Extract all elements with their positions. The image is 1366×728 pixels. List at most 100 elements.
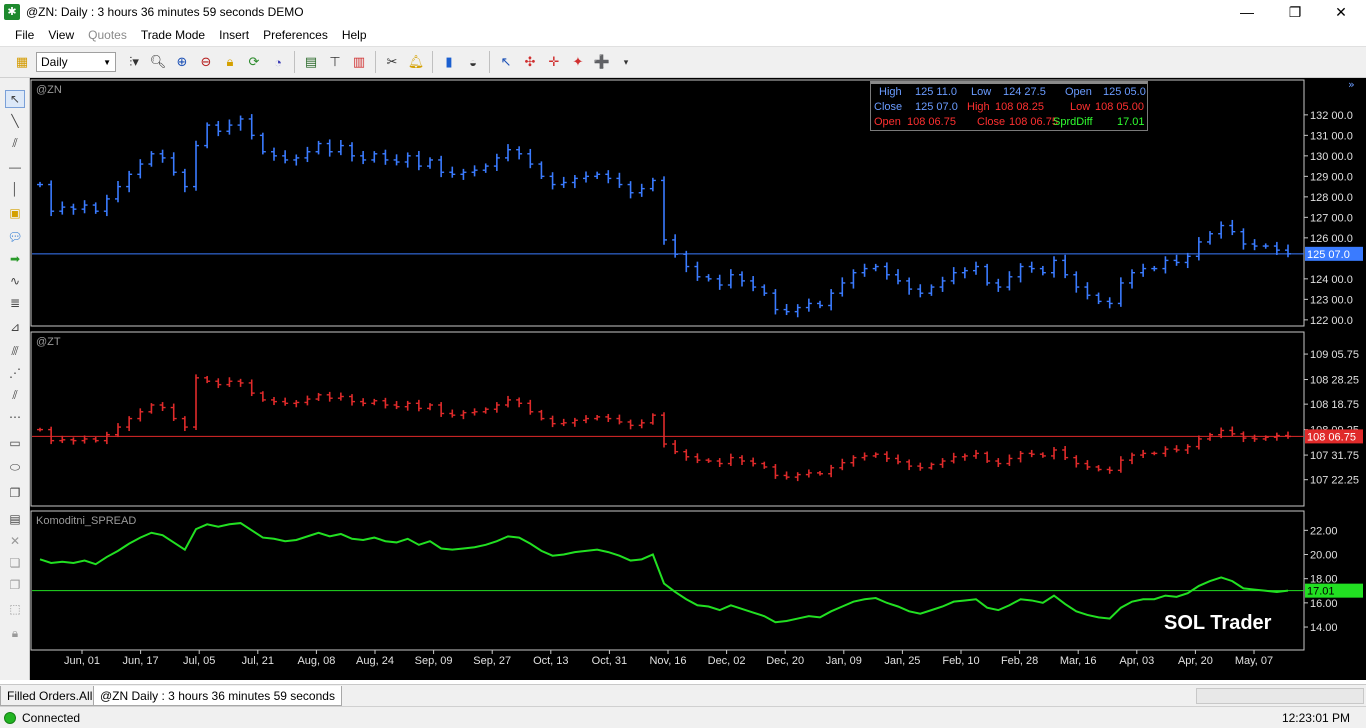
- ohlc-bar: [917, 462, 924, 471]
- ohlc-bar: [204, 122, 211, 149]
- ellipse-icon[interactable]: ⬭: [5, 458, 25, 476]
- tree-icon[interactable]: ⊤: [325, 52, 345, 72]
- menu-trade-mode[interactable]: Trade Mode: [134, 24, 212, 46]
- interval-select[interactable]: Daily ▼: [36, 52, 116, 72]
- y-tick-label: 126 00.0: [1310, 233, 1353, 245]
- lock-icon[interactable]: 🔒︎: [220, 52, 240, 72]
- ray-icon[interactable]: ⊿: [5, 318, 25, 336]
- ohlc-bar: [193, 140, 199, 191]
- menu-insert[interactable]: Insert: [212, 24, 256, 46]
- ohlc-bar: [148, 403, 155, 414]
- ohlc-bar: [616, 414, 623, 425]
- cross-red-icon[interactable]: ✦: [568, 52, 588, 72]
- scissors-icon[interactable]: ✂: [382, 52, 402, 72]
- note-icon[interactable]: ▣: [5, 204, 25, 222]
- fib-icon[interactable]: ≣: [5, 294, 25, 312]
- menu-quotes[interactable]: Quotes: [81, 24, 134, 46]
- minimize-button[interactable]: —: [1224, 0, 1270, 24]
- ohlc-bar: [984, 263, 991, 286]
- ohlc-bar: [928, 284, 935, 296]
- fit-icon[interactable]: ◔: [268, 52, 288, 72]
- ohlc-bar: [271, 147, 277, 161]
- ohlc-bar: [683, 449, 690, 461]
- crosshair-icon[interactable]: ✣: [520, 52, 540, 72]
- data-window: High 125 11.0 Low 124 27.5 Open 125 05.0…: [870, 81, 1148, 131]
- ohlc-bar: [616, 172, 623, 188]
- ohlc-bar: [895, 269, 901, 285]
- close-button[interactable]: ✕: [1318, 0, 1364, 24]
- ohlc-bar: [950, 267, 957, 285]
- pane-border: [30, 510, 1305, 651]
- trendline-icon[interactable]: ╲: [5, 112, 25, 130]
- bar-style-icon[interactable]: ⫶▾: [124, 52, 144, 72]
- menu-preferences[interactable]: Preferences: [256, 24, 335, 46]
- dotline-icon[interactable]: ⋯: [5, 408, 25, 426]
- menu-file[interactable]: File: [8, 24, 41, 46]
- ohlc-bar: [1039, 452, 1046, 458]
- ohlc-bar: [482, 407, 489, 414]
- gann-icon[interactable]: ⫽: [5, 386, 25, 404]
- layers-icon[interactable]: ❏: [5, 554, 25, 572]
- refresh-icon[interactable]: ⟳: [244, 52, 264, 72]
- arrow-icon[interactable]: ➡: [5, 250, 25, 268]
- ohlc-bar: [159, 149, 166, 163]
- dw-zt-close-value: 108 06.75: [1009, 116, 1058, 128]
- alert-bell-icon[interactable]: 🔔︎: [406, 52, 426, 72]
- ohlc-bar: [1106, 466, 1113, 474]
- vline-icon[interactable]: │: [5, 180, 25, 198]
- zoom-out-icon[interactable]: ⊖: [196, 52, 216, 72]
- y-tick-label: 109 05.75: [1310, 349, 1359, 361]
- ohlc-bar: [794, 472, 801, 482]
- chart-canvas[interactable]: @ZN 132 00.0 131 00.0 130 00.0 129 00.0 128 0…: [30, 78, 1366, 680]
- rectangle-icon[interactable]: ▭: [5, 434, 25, 452]
- ohlc-bar: [839, 458, 846, 471]
- zoom-in-icon[interactable]: ⊕: [172, 52, 192, 72]
- speech-icon[interactable]: 💬︎: [5, 228, 25, 246]
- color-bars-icon[interactable]: ▥: [349, 52, 369, 72]
- chart-area[interactable]: @ZN 132 00.0 131 00.0 130 00.0 129 00.0 128 0…: [30, 78, 1366, 680]
- book-icon[interactable]: ▮: [439, 52, 459, 72]
- stack-icon[interactable]: ❐: [5, 484, 25, 502]
- toolbar-overflow-icon[interactable]: ▾: [616, 52, 636, 72]
- panel-icon[interactable]: ▤: [5, 510, 25, 528]
- chart-type-icon[interactable]: ▦: [12, 52, 32, 72]
- ohlc-bar: [1028, 449, 1035, 458]
- ohlc-bar: [828, 289, 835, 311]
- ohlc-bar: [48, 180, 55, 217]
- eraser-icon[interactable]: ◒: [463, 52, 483, 72]
- channel-icon[interactable]: ⫽: [5, 134, 25, 152]
- copy-icon[interactable]: ❐: [5, 576, 25, 594]
- pane-symbol-label: @ZN: [36, 84, 62, 96]
- ohlc-bar: [181, 416, 188, 432]
- ohlc-bar: [1195, 237, 1202, 261]
- sol-trader-watermark: SOL Trader: [1164, 612, 1272, 634]
- padlock-icon[interactable]: 🔒︎: [5, 624, 25, 642]
- pointer-icon[interactable]: ↖: [496, 52, 516, 72]
- hline-icon[interactable]: —: [5, 158, 25, 176]
- x-tick-label: Apr, 20: [1178, 655, 1213, 667]
- select-icon[interactable]: ⬚: [5, 600, 25, 618]
- chart-pane-1[interactable]: @ZN 132 00.0 131 00.0 130 00.0 129 00.0 128 0…: [30, 79, 1363, 327]
- wave-icon[interactable]: ∿: [5, 272, 25, 290]
- tab-scrollbar[interactable]: [1196, 688, 1364, 704]
- menu-help[interactable]: Help: [335, 24, 374, 46]
- delete-icon[interactable]: ✕: [5, 532, 25, 550]
- ohlc-bar: [538, 409, 545, 421]
- dw-spread-value: 17.01: [1117, 116, 1145, 128]
- pitchfork-icon[interactable]: ⫻: [5, 342, 25, 360]
- zoom-icon[interactable]: 🔍︎: [148, 52, 168, 72]
- ohlc-bar: [237, 115, 244, 131]
- cross-arrow-icon[interactable]: ➕: [592, 52, 612, 72]
- ohlc-bar: [449, 166, 456, 178]
- chart-pane-2[interactable]: @ZT109 05.75108 28.25108 18.75108 09.251…: [30, 331, 1363, 507]
- crosshair-red-icon[interactable]: ✛: [544, 52, 564, 72]
- tab-zn-daily[interactable]: @ZN Daily : 3 hours 36 minutes 59 second…: [93, 686, 342, 706]
- indicator-icon[interactable]: ▤: [301, 52, 321, 72]
- pointer-icon[interactable]: ↖: [5, 90, 25, 108]
- ohlc-bar: [560, 418, 567, 427]
- dotline-icon[interactable]: ⋰: [5, 364, 25, 382]
- scroll-right-icon[interactable]: »: [1348, 78, 1355, 91]
- maximize-button[interactable]: ❐: [1272, 0, 1318, 24]
- data-window-row: High 125 11.0 Low 124 27.5 Open 125 05.0: [871, 85, 1149, 100]
- menu-view[interactable]: View: [41, 24, 81, 46]
